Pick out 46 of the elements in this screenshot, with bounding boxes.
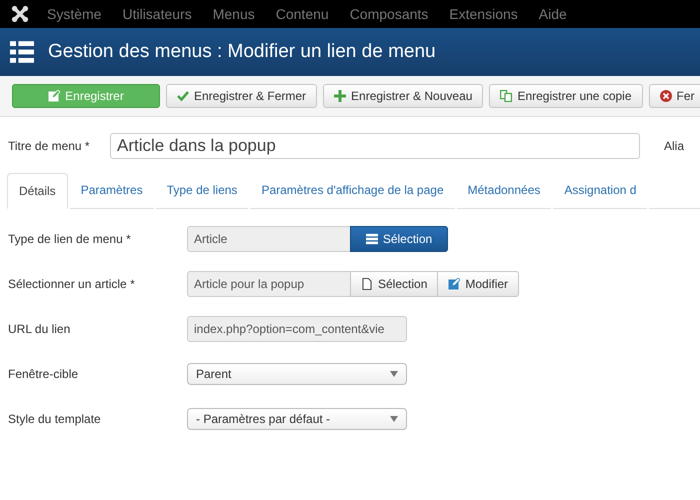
file-icon [361, 278, 373, 290]
readonly-field[interactable]: Article pour la popup [187, 271, 351, 297]
plus-icon [334, 90, 346, 102]
dropdown[interactable]: - Paramètres par défaut - [187, 408, 407, 430]
menu-item[interactable]: Menus [212, 6, 255, 22]
select-button[interactable]: Sélection [350, 271, 438, 297]
toolbar-button[interactable]: Enregistrer & Fermer [166, 84, 318, 108]
menu-item[interactable]: Utilisateurs [122, 6, 192, 22]
list-icon [10, 41, 34, 63]
readonly-field[interactable]: index.php?option=com_content&vie [187, 316, 407, 342]
title-input[interactable]: Article dans la popup [110, 133, 640, 159]
select-button[interactable]: Sélection [350, 226, 448, 252]
field-label: URL du lien [8, 322, 72, 336]
menu-item[interactable]: Extensions [449, 6, 518, 22]
readonly-field[interactable]: Article [187, 226, 351, 252]
menu-item[interactable]: Contenu [276, 6, 329, 22]
tab[interactable]: Métadonnées [456, 173, 552, 209]
close-button[interactable]: Fer [648, 84, 700, 108]
edit-icon [48, 90, 60, 102]
dropdown[interactable]: Parent [187, 363, 407, 385]
tab[interactable]: Détails [7, 173, 68, 209]
copy-icon [500, 90, 512, 102]
tab[interactable]: Paramètres [70, 173, 154, 209]
tab[interactable]: Assignation d [553, 173, 648, 209]
field-label: Alia [664, 139, 684, 153]
field-label: Sélectionner un article * [8, 277, 136, 291]
page-title: Gestion des menus : Modifier un lien de menu [48, 41, 436, 63]
field-label: Type de lien de menu * [8, 232, 132, 246]
field-label: Titre de menu * [8, 139, 91, 153]
menu-item[interactable]: Composants [350, 6, 428, 22]
tab[interactable]: Type de liens [156, 173, 248, 209]
list-icon [366, 233, 378, 245]
field-label: Fenêtre-cible [8, 367, 80, 381]
tab[interactable]: Paramètres d'affichage de la page [250, 173, 455, 209]
caret-icon [390, 371, 398, 377]
toolbar-button[interactable]: Enregistrer & Nouveau [323, 84, 484, 108]
menu-item[interactable]: Aide [538, 6, 567, 22]
toolbar-button[interactable]: Enregistrer une copie [489, 84, 643, 108]
caret-icon [390, 416, 398, 422]
logo-icon[interactable] [11, 5, 29, 23]
edit-button[interactable]: Modifier [437, 271, 520, 297]
check-icon [177, 90, 189, 102]
close-icon [660, 90, 672, 102]
field-label: Style du template [8, 412, 102, 426]
edit-icon [448, 278, 460, 290]
menu-item[interactable]: Système [47, 6, 102, 22]
